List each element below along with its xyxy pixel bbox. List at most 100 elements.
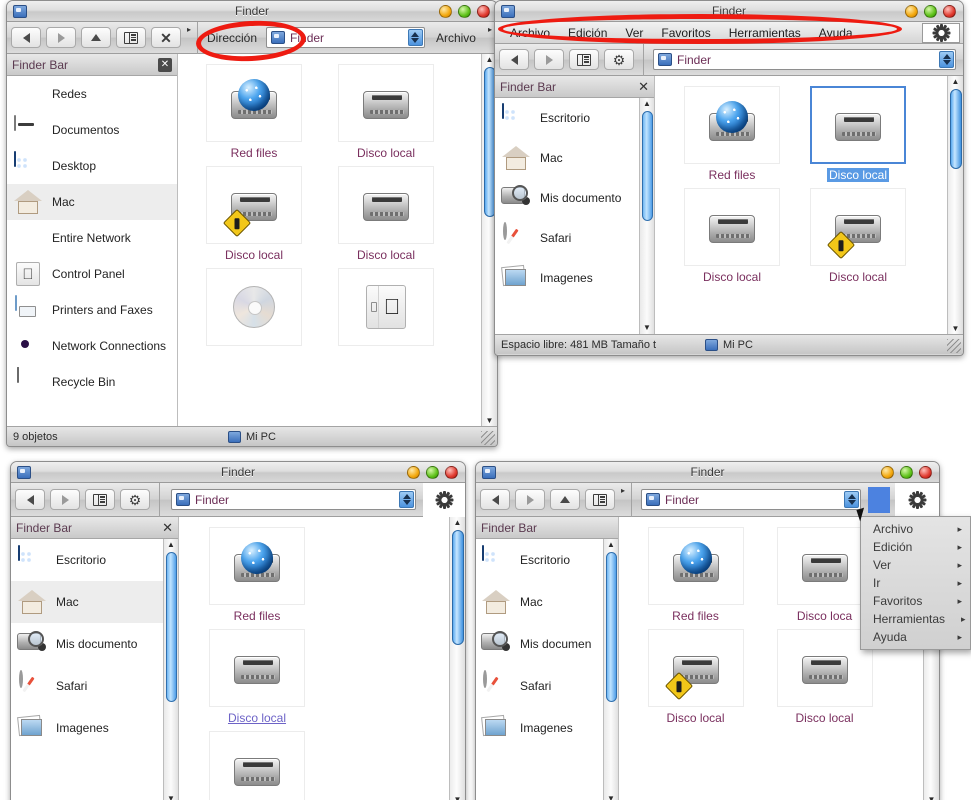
menu-ayuda[interactable]: Ayuda <box>810 24 862 42</box>
menu-archivo[interactable]: Archivo <box>501 24 559 42</box>
file-item[interactable]: Disco local <box>193 727 321 800</box>
sidebar-item-recycle-bin[interactable]: Recycle Bin <box>7 364 177 400</box>
close-button[interactable] <box>477 5 490 18</box>
scrollbar-thumb[interactable] <box>641 111 653 221</box>
address-stepper[interactable] <box>399 491 414 508</box>
menu-item-herramientas[interactable]: Herramientas ▸ <box>861 610 970 628</box>
address-input[interactable]: Finder <box>171 489 416 510</box>
menu-herramientas[interactable]: Herramientas <box>720 24 810 42</box>
file-item[interactable]: Disco local <box>669 184 795 286</box>
toolbar[interactable]: ⚙ Finder <box>11 482 465 517</box>
context-dropdown-menu[interactable]: Archivo ▸ Edición ▸ Ver ▸ Ir ▸ Favoritos… <box>860 516 971 650</box>
titlebar[interactable]: Finder <box>495 1 963 22</box>
scroll-down-icon[interactable]: ▼ <box>607 793 615 800</box>
sidebar-item-mac[interactable]: Mac <box>495 138 639 178</box>
sidebar-item-entire-network[interactable]: Entire Network <box>7 220 177 256</box>
toolbar-overflow-icon[interactable]: ▸ <box>621 483 625 495</box>
file-item[interactable] <box>188 264 320 364</box>
view-mode-button[interactable] <box>116 27 146 48</box>
sidebar-item-mac[interactable]: Mac <box>11 581 163 623</box>
scroll-up-icon[interactable]: ▲ <box>454 517 462 528</box>
address-input[interactable]: Finder <box>266 27 425 48</box>
sidebar-item-mac[interactable]: Mac <box>476 581 603 623</box>
scroll-up-icon[interactable]: ▲ <box>607 539 615 551</box>
toolbar[interactable]: ⚙ Finder <box>495 43 963 76</box>
file-item[interactable]: Disco local <box>795 184 921 286</box>
titlebar[interactable]: Finder <box>11 462 465 483</box>
vertical-scrollbar[interactable]: ▲ ▼ <box>947 76 963 334</box>
address-stepper[interactable] <box>407 29 423 46</box>
minimize-button[interactable] <box>407 466 420 479</box>
menu-item-ir[interactable]: Ir ▸ <box>861 574 970 592</box>
file-item[interactable]:  <box>320 264 452 364</box>
sidebar-item-documentos[interactable]: Documentos <box>7 112 177 148</box>
zoom-button[interactable] <box>458 5 471 18</box>
titlebar[interactable]: Finder <box>7 1 497 22</box>
vertical-scrollbar[interactable]: ▲ ▼ <box>449 517 465 800</box>
toolbar[interactable]: ✕ ▸ Dirección Finder Archivo ▸ <box>7 21 497 54</box>
up-button[interactable] <box>81 27 111 48</box>
minimize-button[interactable] <box>439 5 452 18</box>
minimize-button[interactable] <box>881 466 894 479</box>
menu-trigger-button[interactable] <box>868 486 890 513</box>
menubar[interactable]: Archivo Edición Ver Favoritos Herramient… <box>495 22 963 44</box>
sidebar-list[interactable]: Escritorio Mac Mis documento Safari Imag… <box>11 539 163 800</box>
window-controls[interactable] <box>881 466 932 479</box>
window-top-right[interactable]: Finder Archivo Edición Ver Favoritos Her… <box>494 0 964 356</box>
scroll-up-icon[interactable]: ▲ <box>486 54 494 65</box>
window-bottom-left[interactable]: Finder ⚙ Finder Finder Bar ✕ Escritorio … <box>10 461 466 800</box>
zoom-button[interactable] <box>900 466 913 479</box>
zoom-button[interactable] <box>924 5 937 18</box>
close-button[interactable] <box>943 5 956 18</box>
sidebar-scrollbar[interactable]: ▲ ▼ <box>603 539 618 800</box>
settings-button[interactable]: ⚙ <box>120 489 150 510</box>
sidebar-list[interactable]: Escritorio Mac Mis documen Safari Imagen… <box>476 539 603 800</box>
settings-button[interactable]: ⚙ <box>604 49 634 70</box>
forward-button[interactable] <box>534 49 564 70</box>
minimize-button[interactable] <box>905 5 918 18</box>
sidebar[interactable]: Finder Bar Escritorio Mac Mis documen Sa… <box>476 517 619 800</box>
sidebar-close-icon[interactable]: ✕ <box>638 80 649 93</box>
window-controls[interactable] <box>905 5 956 18</box>
file-item[interactable]: Red files <box>188 60 320 162</box>
sidebar-item-control-panel[interactable]:  Control Panel <box>7 256 177 292</box>
file-item[interactable]: Red files <box>193 523 321 625</box>
sidebar-list[interactable]: Redes Documentos Desktop Mac Entire Netw… <box>7 76 177 426</box>
file-item[interactable]: Red files <box>669 82 795 184</box>
file-item[interactable]: Disco local <box>193 625 321 727</box>
menu-item-favoritos[interactable]: Favoritos ▸ <box>861 592 970 610</box>
file-item[interactable]: Disco local <box>188 162 320 264</box>
forward-button[interactable] <box>515 489 545 510</box>
file-item[interactable]: Red files <box>631 523 760 625</box>
menu-favoritos[interactable]: Favoritos <box>652 24 719 42</box>
scroll-down-icon[interactable]: ▼ <box>486 415 494 426</box>
scrollbar-thumb[interactable] <box>605 552 617 702</box>
titlebar[interactable]: Finder <box>476 462 939 483</box>
view-mode-button[interactable] <box>569 49 599 70</box>
sidebar-item-safari[interactable]: Safari <box>476 665 603 707</box>
menu-item-ayuda[interactable]: Ayuda ▸ <box>861 628 970 646</box>
back-button[interactable] <box>11 27 41 48</box>
scroll-down-icon[interactable]: ▼ <box>928 794 936 800</box>
scroll-up-icon[interactable]: ▲ <box>167 539 175 551</box>
sidebar-item-imagenes[interactable]: Imagenes <box>495 258 639 298</box>
sidebar-item-escritorio[interactable]: Escritorio <box>11 539 163 581</box>
address-stepper[interactable] <box>844 491 859 508</box>
toolbar-overflow-icon[interactable]: ▸ <box>187 22 191 34</box>
scroll-down-icon[interactable]: ▼ <box>454 794 462 800</box>
resize-grip[interactable] <box>947 339 961 353</box>
sidebar-item-safari[interactable]: Safari <box>11 665 163 707</box>
sidebar-scrollbar[interactable]: ▲ ▼ <box>163 539 178 800</box>
scrollbar-thumb[interactable] <box>949 89 962 169</box>
icon-view[interactable]: Red files Disco local Disco local Disco … <box>655 76 963 334</box>
back-button[interactable] <box>499 49 529 70</box>
menu-edicion[interactable]: Edición <box>559 24 616 42</box>
menu-item-edicion[interactable]: Edición ▸ <box>861 538 970 556</box>
scroll-down-icon[interactable]: ▼ <box>643 322 651 334</box>
sidebar-item-network-connections[interactable]: Network Connections <box>7 328 177 364</box>
menu-archivo[interactable]: Archivo <box>430 31 482 45</box>
scroll-down-icon[interactable]: ▼ <box>952 323 960 334</box>
stop-button[interactable]: ✕ <box>151 27 181 48</box>
view-mode-button[interactable] <box>85 489 115 510</box>
window-controls[interactable] <box>439 5 490 18</box>
